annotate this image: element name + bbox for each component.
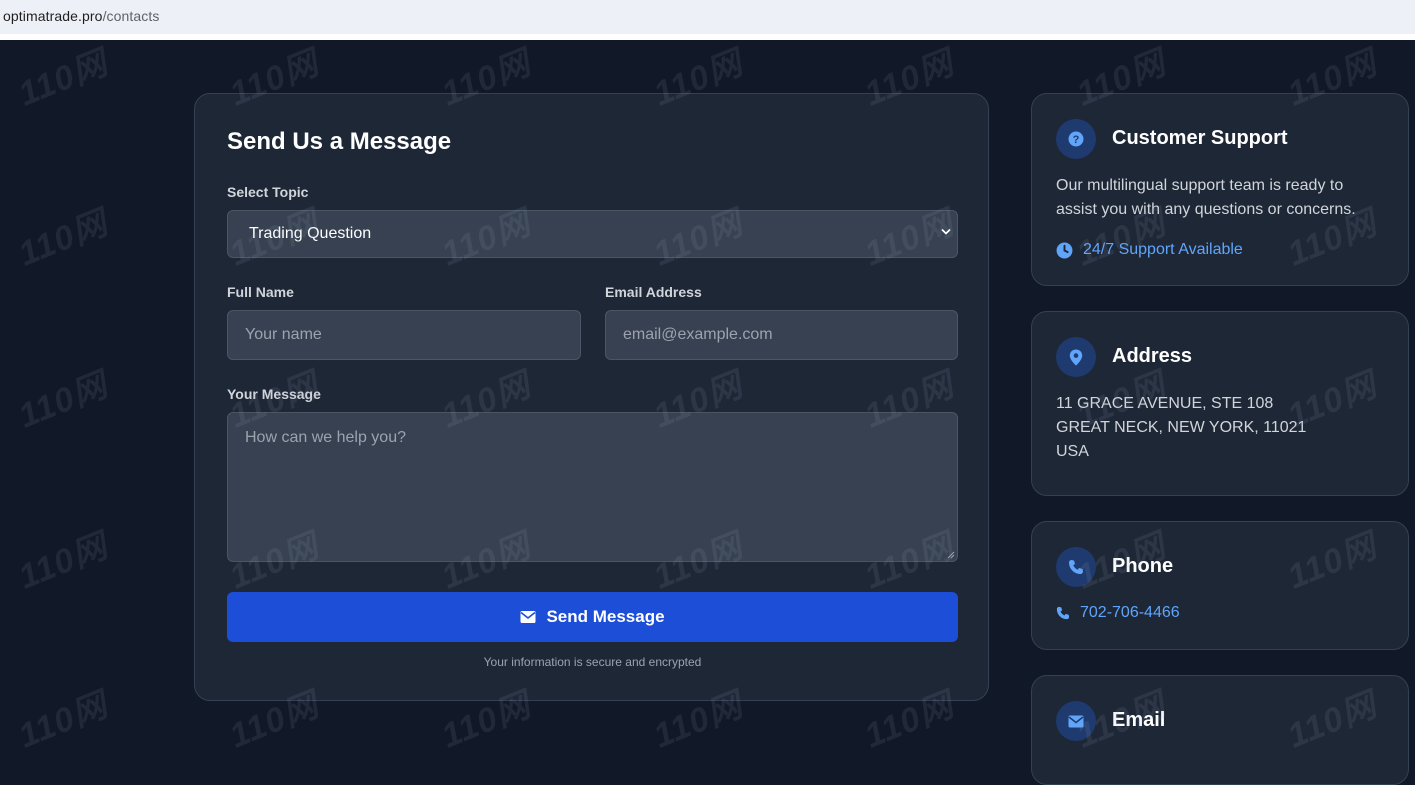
envelope-icon bbox=[520, 611, 536, 623]
url-path: /contacts bbox=[102, 8, 160, 24]
email-address-placeholder: email@example.com bbox=[623, 326, 773, 343]
resize-handle-icon[interactable] bbox=[947, 551, 955, 559]
phone-icon bbox=[1056, 547, 1096, 587]
message-placeholder: How can we help you? bbox=[245, 429, 406, 446]
clock-icon bbox=[1056, 242, 1073, 258]
phone-card: Phone 702-706-4466 bbox=[1031, 521, 1409, 650]
email-card: Email bbox=[1031, 675, 1409, 785]
question-circle-icon: ? bbox=[1056, 119, 1096, 159]
full-name-input[interactable]: Your name bbox=[227, 310, 581, 360]
message-label: Your Message bbox=[227, 386, 321, 402]
email-title: Email bbox=[1112, 709, 1166, 731]
url-text[interactable]: optimatrade.pro/contacts bbox=[3, 8, 160, 24]
customer-support-title: Customer Support bbox=[1112, 127, 1288, 149]
full-name-label: Full Name bbox=[227, 284, 294, 300]
customer-support-description: Our multilingual support team is ready t… bbox=[1056, 174, 1356, 222]
support-desc-line-2: assist you with any questions or concern… bbox=[1056, 201, 1356, 218]
support-desc-line-1: Our multilingual support team is ready t… bbox=[1056, 177, 1344, 194]
support-availability: 24/7 Support Available bbox=[1056, 241, 1243, 259]
send-message-label: Send Message bbox=[546, 607, 665, 626]
email-address-label: Email Address bbox=[605, 284, 702, 300]
form-title: Send Us a Message bbox=[227, 128, 452, 155]
chevron-down-icon bbox=[941, 229, 951, 235]
contact-form-card: Send Us a Message Select Topic Trading Q… bbox=[194, 93, 989, 701]
full-name-placeholder: Your name bbox=[245, 326, 322, 343]
watermark-logo: 110网 bbox=[13, 685, 114, 756]
phone-small-icon bbox=[1056, 606, 1070, 620]
phone-number-link[interactable]: 702-706-4466 bbox=[1056, 604, 1180, 622]
phone-number: 702-706-4466 bbox=[1080, 604, 1180, 621]
phone-title: Phone bbox=[1112, 555, 1174, 577]
watermark-logo: 110网 bbox=[13, 43, 114, 114]
secure-note: Your information is secure and encrypted bbox=[483, 655, 702, 669]
address-title: Address bbox=[1112, 345, 1193, 367]
email-address-input[interactable]: email@example.com bbox=[605, 310, 958, 360]
customer-support-card: ? Customer Support Our multilingual supp… bbox=[1031, 93, 1409, 286]
topic-select[interactable]: Trading Question bbox=[227, 210, 958, 258]
url-host: optimatrade.pro bbox=[3, 8, 103, 24]
watermark-logo: 110网 bbox=[13, 203, 114, 274]
map-pin-icon bbox=[1056, 337, 1096, 377]
send-message-button[interactable]: Send Message bbox=[227, 592, 958, 642]
browser-address-bar[interactable]: optimatrade.pro/contacts bbox=[0, 0, 1415, 35]
browser-divider bbox=[0, 34, 1415, 40]
address-line-2: GREAT NECK, NEW YORK, 11021 bbox=[1056, 419, 1307, 436]
address-card: Address 11 GRACE AVENUE, STE 108 GREAT N… bbox=[1031, 311, 1409, 496]
address-text: 11 GRACE AVENUE, STE 108 GREAT NECK, NEW… bbox=[1056, 392, 1306, 464]
message-textarea[interactable]: How can we help you? bbox=[227, 412, 958, 562]
topic-label: Select Topic bbox=[227, 184, 309, 200]
topic-select-value: Trading Question bbox=[249, 225, 372, 242]
address-line-1: 11 GRACE AVENUE, STE 108 bbox=[1056, 395, 1274, 412]
envelope-icon bbox=[1056, 701, 1096, 741]
watermark-logo: 110网 bbox=[13, 526, 114, 597]
svg-text:?: ? bbox=[1073, 134, 1080, 146]
address-line-3: USA bbox=[1056, 443, 1089, 460]
support-availability-text: 24/7 Support Available bbox=[1083, 241, 1243, 258]
watermark-logo: 110网 bbox=[13, 365, 114, 436]
